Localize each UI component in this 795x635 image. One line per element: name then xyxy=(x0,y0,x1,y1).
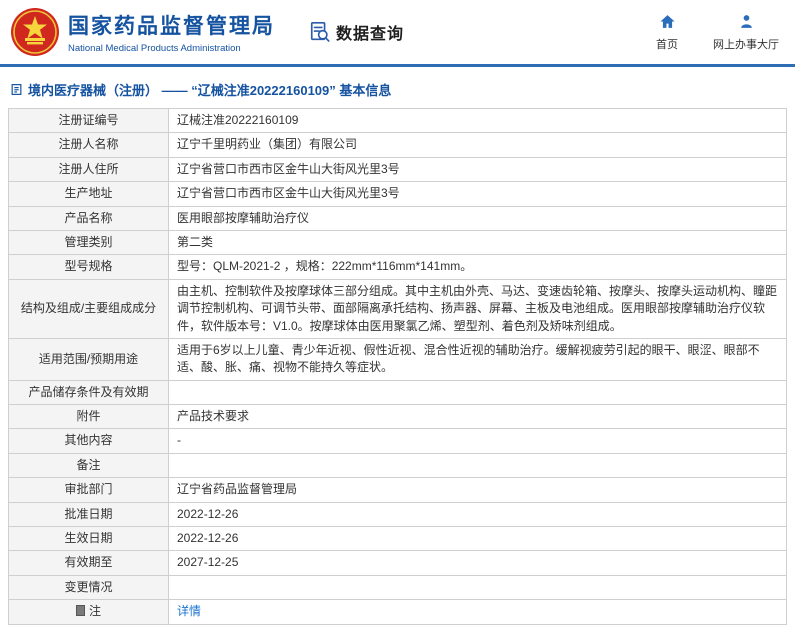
row-label: 其他内容 xyxy=(8,428,169,454)
row-value xyxy=(168,452,787,479)
row-value: 辽宁省营口市西市区金牛山大街风光里3号 xyxy=(168,181,787,207)
table-row: 批准日期 2022-12-26 xyxy=(8,501,787,528)
detail-link[interactable]: 详情 xyxy=(177,604,201,618)
table-row: 附件 产品技术要求 xyxy=(8,404,787,430)
row-label: 型号规格 xyxy=(8,254,169,280)
row-value: - xyxy=(168,428,787,454)
row-value xyxy=(168,574,787,601)
row-label: 管理类别 xyxy=(8,229,169,256)
nav-home-label: 首页 xyxy=(656,38,678,51)
row-value: 医用眼部按摩辅助治疗仪 xyxy=(168,205,787,231)
info-table-wrap: 注册证编号 辽械注准20222160109 注册人名称 辽宁千里明药业（集团）有限公司… xyxy=(0,107,795,635)
nav-service-hall[interactable]: 网上办事大厅 xyxy=(713,13,779,52)
national-emblem-logo xyxy=(10,7,60,57)
row-label: 变更情况 xyxy=(8,574,169,601)
org-name-cn: 国家药品监督管理局 xyxy=(68,15,275,38)
table-row: 生产地址 辽宁省营口市西市区金牛山大街风光里3号 xyxy=(8,181,787,207)
row-label: 批准日期 xyxy=(8,501,169,528)
row-value: 2027-12-25 xyxy=(168,550,787,576)
data-query-nav[interactable]: 数据查询 xyxy=(309,20,404,44)
row-label: 注 xyxy=(8,599,169,625)
row-value: 2022-12-26 xyxy=(168,501,787,528)
table-row: 备注 xyxy=(8,452,787,479)
row-label: 有效期至 xyxy=(8,550,169,576)
document-icon xyxy=(10,83,23,96)
row-label: 生产地址 xyxy=(8,181,169,207)
table-row: 产品名称 医用眼部按摩辅助治疗仪 xyxy=(8,205,787,231)
table-row: 管理类别 第二类 xyxy=(8,229,787,256)
row-value: 适用于6岁以上儿童、青少年近视、假性近视、混合性近视的辅助治疗。缓解视疲劳引起的… xyxy=(168,337,787,381)
site-header: 国家药品监督管理局 National Medical Products Admi… xyxy=(0,0,795,64)
table-row: 注详情 xyxy=(8,599,787,625)
row-value: 由主机、控制软件及按摩球体三部分组成。其中主机由外壳、马达、变速齿轮箱、按摩头、… xyxy=(168,278,787,339)
table-row: 适用范围/预期用途 适用于6岁以上儿童、青少年近视、假性近视、混合性近视的辅助治疗… xyxy=(8,337,787,381)
page-title-text: 境内医疗器械（注册） —— “辽械注准20222160109” 基本信息 xyxy=(28,83,392,98)
info-table-body: 注册证编号 辽械注准20222160109 注册人名称 辽宁千里明药业（集团）有限公司… xyxy=(8,107,787,625)
org-names: 国家药品监督管理局 National Medical Products Admi… xyxy=(68,10,275,54)
table-row: 变更情况 xyxy=(8,574,787,601)
row-label: 附件 xyxy=(8,404,169,430)
row-label: 生效日期 xyxy=(8,526,169,552)
table-row: 注册证编号 辽械注准20222160109 xyxy=(8,107,787,134)
data-query-label: 数据查询 xyxy=(336,26,405,43)
row-value: 详情 xyxy=(168,599,787,625)
row-label: 注册人住所 xyxy=(8,156,169,183)
row-value: 第二类 xyxy=(168,229,787,256)
header-right-nav: 首页 网上办事大厅 xyxy=(647,13,779,52)
nav-home[interactable]: 首页 xyxy=(647,13,687,52)
row-label: 适用范围/预期用途 xyxy=(8,337,169,381)
person-icon xyxy=(738,13,755,33)
page-title: 境内医疗器械（注册） —— “辽械注准20222160109” 基本信息 xyxy=(0,67,795,108)
table-row: 型号规格 型号：QLM-2021-2 ，规格：222mm*116mm*141mm。 xyxy=(8,254,787,280)
table-row: 结构及组成/主要组成成分 由主机、控制软件及按摩球体三部分组成。其中主机由外壳、马… xyxy=(8,278,787,339)
data-query-icon xyxy=(309,21,331,43)
table-row: 有效期至 2027-12-25 xyxy=(8,550,787,576)
row-label: 产品名称 xyxy=(8,205,169,231)
table-row: 产品储存条件及有效期 xyxy=(8,379,787,406)
row-value: 型号：QLM-2021-2 ，规格：222mm*116mm*141mm。 xyxy=(168,254,787,280)
row-value: 产品技术要求 xyxy=(168,404,787,430)
row-value: 辽械注准20222160109 xyxy=(168,107,787,134)
nav-service-hall-label: 网上办事大厅 xyxy=(713,38,779,51)
table-row: 注册人名称 辽宁千里明药业（集团）有限公司 xyxy=(8,132,787,158)
org-name-en: National Medical Products Administration xyxy=(68,43,241,54)
row-label: 产品储存条件及有效期 xyxy=(8,379,169,406)
logo-block[interactable]: 国家药品监督管理局 National Medical Products Admi… xyxy=(10,7,275,57)
row-value: 辽宁千里明药业（集团）有限公司 xyxy=(168,132,787,158)
row-value: 辽宁省药品监督管理局 xyxy=(168,477,787,503)
row-value: 2022-12-26 xyxy=(168,526,787,552)
row-label: 审批部门 xyxy=(8,477,169,503)
table-row: 注册人住所 辽宁省营口市西市区金牛山大街风光里3号 xyxy=(8,156,787,183)
row-label: 注册人名称 xyxy=(8,132,169,158)
table-row: 审批部门 辽宁省药品监督管理局 xyxy=(8,477,787,503)
table-row: 生效日期 2022-12-26 xyxy=(8,526,787,552)
page: 国家药品监督管理局 National Medical Products Admi… xyxy=(0,0,795,635)
info-table: 注册证编号 辽械注准20222160109 注册人名称 辽宁千里明药业（集团）有限公司… xyxy=(8,107,787,625)
table-row: 其他内容 - xyxy=(8,428,787,454)
home-icon xyxy=(659,13,676,33)
row-value: 辽宁省营口市西市区金牛山大街风光里3号 xyxy=(168,156,787,183)
row-value xyxy=(168,379,787,406)
row-label: 注册证编号 xyxy=(8,107,169,134)
row-label: 结构及组成/主要组成成分 xyxy=(8,278,169,339)
row-label: 备注 xyxy=(8,452,169,479)
